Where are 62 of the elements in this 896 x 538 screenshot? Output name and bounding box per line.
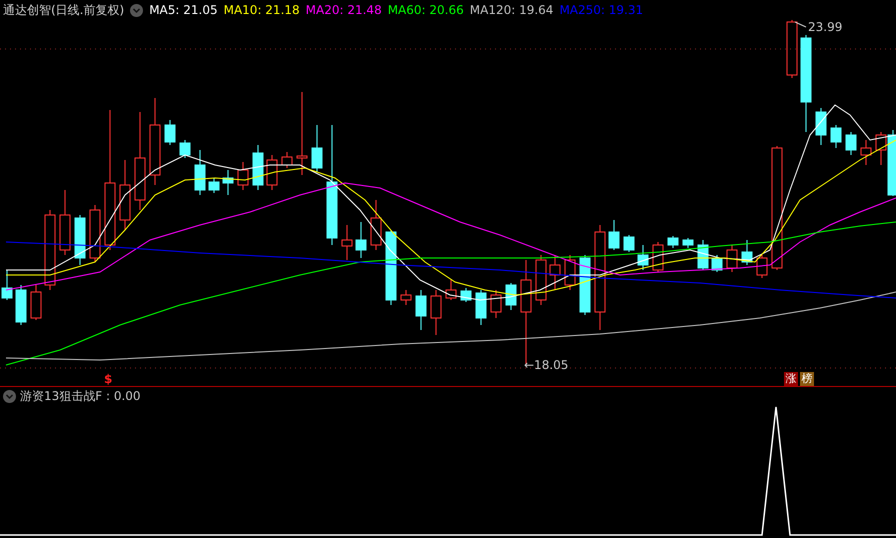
chevron-down-icon[interactable] [130, 4, 144, 16]
candlestick [446, 280, 456, 300]
candlestick [460, 288, 472, 302]
low-price-label: ←18.05 [524, 358, 568, 372]
candlestick [682, 238, 694, 248]
candlestick [194, 150, 206, 196]
candlestick [608, 220, 620, 250]
candlestick [830, 124, 842, 148]
candlestick [668, 236, 678, 248]
candlestick [90, 204, 100, 262]
candlestick [222, 170, 234, 196]
candlestick [252, 144, 264, 190]
candlestick [490, 290, 502, 318]
candlestick [536, 254, 546, 306]
candlestick [356, 222, 366, 258]
moving-average-legend: MA5: 21.05 [149, 3, 218, 17]
candlestick [624, 234, 634, 252]
moving-average-legend: MA20: 21.48 [306, 3, 382, 17]
candlestick [180, 140, 190, 158]
leader-line [794, 22, 806, 28]
candlestick [400, 290, 412, 306]
candlestick [476, 290, 486, 326]
candlestick [564, 254, 576, 290]
candlestick [506, 282, 516, 310]
moving-average-legend: MA250: 19.31 [559, 3, 644, 17]
candlestick [786, 20, 798, 78]
candlestick [312, 124, 322, 172]
candlestick [120, 160, 130, 230]
candlestick [342, 224, 352, 260]
high-price-label: 23.99 [808, 20, 842, 34]
candlestick [638, 244, 648, 270]
candlestick [860, 140, 872, 166]
rank-badge: 榜 [800, 372, 814, 386]
candlestick [652, 242, 664, 272]
chevron-down-icon[interactable] [3, 390, 16, 402]
candlestick [238, 162, 248, 190]
candlestick [60, 190, 70, 256]
moving-average-legend: MA120: 19.64 [470, 3, 554, 17]
candlestick [580, 254, 590, 316]
candlestick [74, 214, 86, 266]
moving-average-legend: MA60: 20.66 [388, 3, 464, 17]
candlestick [282, 152, 292, 168]
candlestick [370, 200, 382, 250]
moving-average-legend: MA10: 21.18 [224, 3, 300, 17]
candlestick [416, 290, 426, 330]
candlestick [430, 290, 442, 336]
candlestick [30, 284, 42, 320]
candlestick [756, 254, 768, 278]
candlestick [16, 284, 26, 326]
chart-title: 通达创智(日线.前复权) [3, 2, 124, 18]
candlestick [266, 154, 278, 190]
candlestick [742, 240, 752, 266]
candlestick [550, 254, 560, 290]
candlestick [726, 244, 738, 272]
candlestick [846, 132, 856, 156]
candlestick [164, 120, 176, 146]
signal-marker: $ [104, 372, 112, 386]
indicator-title: 游资13狙击战F : 0.00 [20, 388, 141, 404]
candlestick [2, 270, 12, 300]
candlestick [816, 108, 826, 146]
rank-badge: 涨 [784, 372, 798, 386]
candlestick [208, 178, 220, 194]
